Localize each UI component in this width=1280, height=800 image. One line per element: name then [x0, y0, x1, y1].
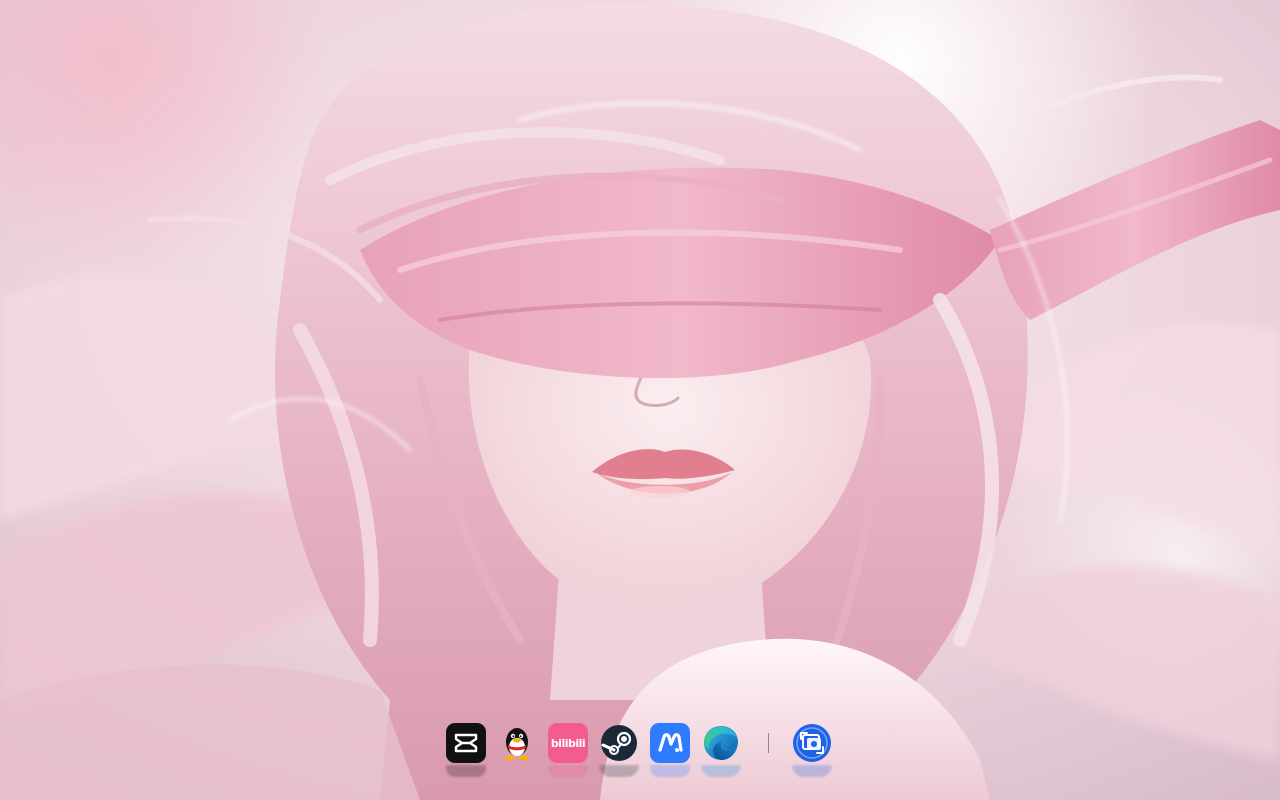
dock-item-edge[interactable] — [701, 723, 741, 777]
edge-icon — [701, 723, 741, 763]
taskbar-dock: bilibili — [440, 718, 838, 777]
wallpaper — [0, 0, 1280, 800]
dock-separator — [768, 733, 769, 753]
dock-item-m-app[interactable] — [650, 723, 690, 777]
wallpaper-illustration — [0, 0, 1280, 800]
dock-item-steam[interactable] — [599, 723, 639, 777]
desktop: bilibili — [0, 0, 1280, 800]
dock-item-bilibili[interactable]: bilibili — [548, 723, 588, 777]
steam-icon — [599, 723, 639, 763]
dock-item-screenshot[interactable] — [792, 723, 832, 777]
capcut-icon — [446, 723, 486, 763]
bilibili-icon: bilibili — [548, 723, 588, 763]
screenshot-icon — [792, 723, 832, 763]
dock-item-qq[interactable] — [497, 723, 537, 763]
bilibili-logo-text: bilibili — [550, 736, 586, 750]
dock-item-capcut[interactable] — [446, 723, 486, 777]
m-app-icon — [650, 723, 690, 763]
qq-penguin-icon — [497, 723, 537, 763]
